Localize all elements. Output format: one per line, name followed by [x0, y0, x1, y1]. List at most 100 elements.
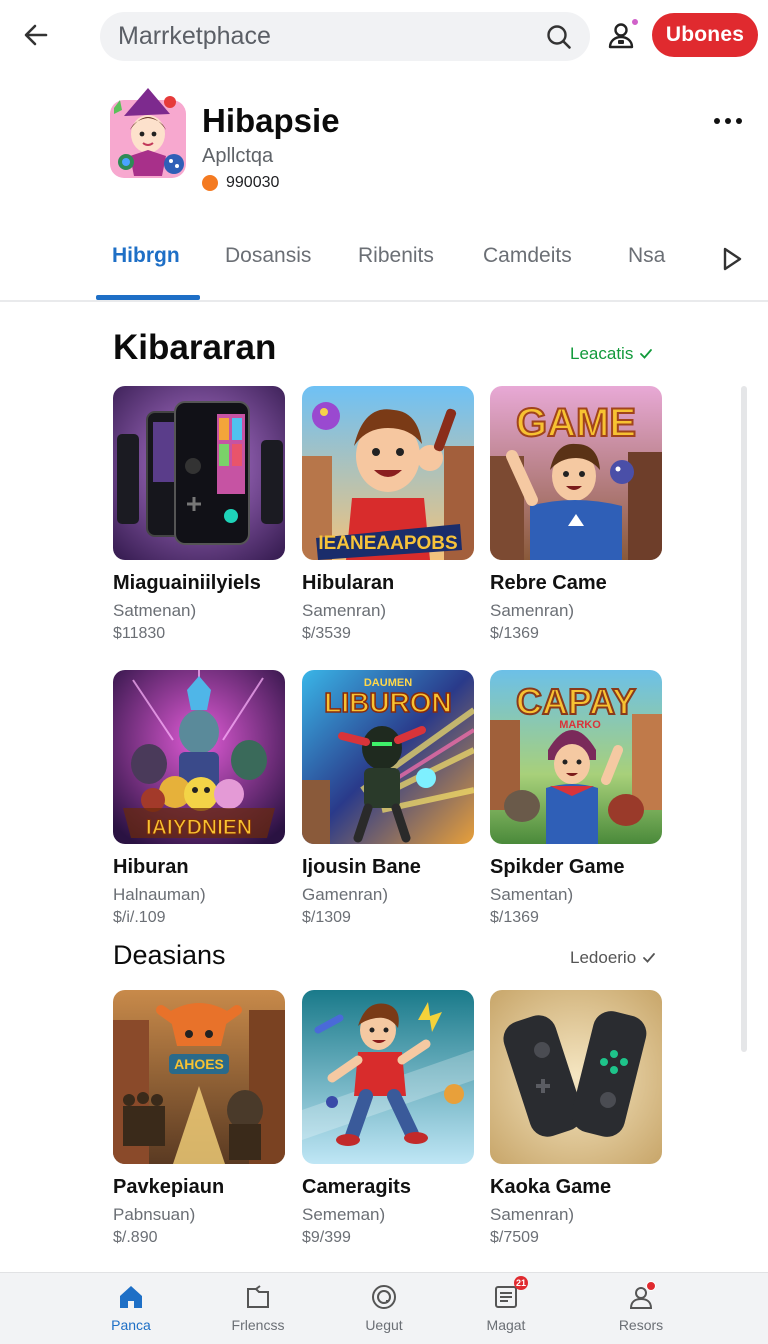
game-title: Rebre Came — [490, 572, 607, 594]
list-icon: 21 — [490, 1276, 528, 1313]
app-name: Hibapsie — [202, 102, 340, 139]
section-title-designs: Deasians — [113, 940, 226, 970]
game-title: Kaoka Game — [490, 1176, 612, 1198]
folder-icon — [242, 1281, 274, 1313]
game-thumbnail[interactable]: IEANEAAPOBS — [302, 386, 474, 560]
game-title: Miaguainiilyiels — [113, 572, 261, 594]
game-card[interactable]: GAME Rebre Came Samenran) $/1369 — [490, 386, 662, 643]
game-subtitle: Pabnsuan) — [113, 1205, 196, 1224]
arrow-left-icon — [24, 24, 48, 46]
check-icon — [640, 349, 653, 359]
game-card[interactable]: Kaoka Game Samenran) $/7509 — [490, 990, 662, 1247]
game-card[interactable]: Miaguainiilyiels Satmenan) $11830 — [113, 386, 285, 643]
game-thumbnail[interactable]: DAUMEN LIBURON — [302, 670, 474, 844]
game-subtitle: Halnauman) — [113, 885, 206, 904]
game-price: $/1309 — [302, 909, 351, 926]
game-price: $/.890 — [113, 1229, 158, 1246]
search-bar[interactable] — [100, 12, 590, 61]
tab-2[interactable]: Ribenits — [358, 244, 434, 268]
game-card[interactable]: CAPAY MARKO Spikder Game Samentan) $/136… — [490, 670, 662, 927]
game-subtitle: Sememan) — [302, 1205, 386, 1224]
check-icon — [643, 953, 656, 963]
notification-badge: 21 — [513, 1276, 528, 1290]
nav-item-home[interactable]: Panca — [76, 1281, 186, 1333]
home-icon — [115, 1281, 147, 1313]
game-thumbnail[interactable]: CAPAY MARKO — [490, 670, 662, 844]
game-card[interactable]: IEANEAAPOBS Hibularan Samenran) $/3539 — [302, 386, 474, 643]
game-title: Hibularan — [302, 572, 395, 594]
play-triangle-icon — [723, 247, 742, 271]
thumb-text: GAME — [516, 401, 636, 445]
game-thumbnail[interactable]: AHOES — [113, 990, 285, 1164]
thumb-text: IEANEAAPOBS — [318, 533, 457, 554]
game-price: $/i/.109 — [113, 909, 166, 926]
game-card[interactable]: DAUMEN LIBURON Ijousin Bane Gamenran) $/… — [302, 670, 474, 927]
game-card[interactable]: AHOES Pavkepiaun Pabnsuan) $/.890 — [113, 990, 285, 1247]
cta-button[interactable]: Ubones — [652, 13, 758, 57]
scrollbar[interactable] — [741, 386, 747, 1052]
tab-4[interactable]: Nsa — [628, 244, 665, 268]
notification-dot — [646, 1281, 656, 1291]
thumb-text: MARKO — [559, 719, 601, 731]
bottom-nav: Panca Frlencss Uegut 21 Magat Resors — [0, 1272, 768, 1344]
search-icon[interactable] — [544, 22, 574, 52]
tab-1[interactable]: Dosansis — [225, 244, 311, 268]
nav-item-messages[interactable]: 21 Magat — [451, 1276, 561, 1333]
thumb-text: LIBURON — [324, 687, 452, 718]
tab-3[interactable]: Camdeits — [483, 244, 572, 268]
section-link-designs[interactable]: Ledoerio — [570, 948, 656, 968]
nav-label: Uegut — [365, 1317, 403, 1333]
game-thumbnail[interactable] — [113, 386, 285, 560]
app-stat-value: 990030 — [226, 174, 280, 191]
game-subtitle: Samenran) — [302, 601, 387, 620]
top-bar: Ubones — [0, 0, 768, 72]
section-link-label: Ledoerio — [570, 948, 637, 967]
game-title: Ijousin Bane — [302, 856, 421, 878]
game-price: $/7509 — [490, 1229, 539, 1246]
game-card[interactable]: Cameragits Sememan) $9/399 — [302, 990, 474, 1247]
nav-item-coins[interactable]: Uegut — [329, 1281, 439, 1333]
app-stat: 990030 — [202, 174, 279, 192]
app-subtitle: Apllctqa — [202, 145, 274, 167]
tab-0[interactable]: Hibrgn — [112, 244, 180, 268]
game-thumbnail[interactable] — [490, 990, 662, 1164]
game-subtitle: Satmenan) — [113, 601, 197, 620]
section-link-label: Leacatis — [570, 344, 634, 363]
tab-bar: Hibrgn Dosansis Ribenits Camdeits Nsa — [0, 222, 768, 302]
game-title: Spikder Game — [490, 856, 625, 878]
thumb-text: IAIYDNIEN — [146, 816, 252, 839]
nav-label: Magat — [486, 1317, 526, 1333]
game-price: $9/399 — [302, 1229, 351, 1246]
nav-item-friends[interactable]: Frlencss — [203, 1281, 313, 1333]
game-subtitle: Gamenran) — [302, 885, 388, 904]
section-title-featured: Kibararan — [113, 328, 277, 367]
tabs-next-button[interactable] — [716, 242, 748, 276]
game-subtitle: Samenran) — [490, 1205, 575, 1224]
game-title: Cameragits — [302, 1176, 411, 1198]
coin-icon — [368, 1281, 400, 1313]
section-link-featured[interactable]: Leacatis — [570, 344, 653, 364]
game-subtitle: Samenran) — [490, 601, 575, 620]
more-options-button[interactable] — [708, 106, 748, 136]
tab-indicator — [96, 295, 200, 300]
game-thumbnail[interactable]: IAIYDNIEN — [113, 670, 285, 844]
account-button[interactable] — [602, 16, 640, 54]
nav-label: Panca — [111, 1317, 151, 1333]
profile-icon — [625, 1281, 657, 1313]
game-title: Hiburan — [113, 856, 189, 878]
game-price: $11830 — [113, 625, 166, 642]
nav-label: Frlencss — [231, 1317, 285, 1333]
thumb-text: CAPAY — [516, 681, 636, 722]
app-header: Hibapsie Apllctqa 990030 — [0, 80, 768, 210]
coin-icon — [202, 175, 218, 191]
thumb-text: AHOES — [174, 1056, 224, 1072]
back-button[interactable] — [18, 17, 54, 53]
search-input[interactable] — [118, 22, 544, 51]
game-thumbnail[interactable]: GAME — [490, 386, 662, 560]
nav-item-profile[interactable]: Resors — [586, 1281, 696, 1333]
app-icon[interactable] — [110, 86, 190, 180]
game-subtitle: Samentan) — [490, 885, 574, 904]
nav-label: Resors — [618, 1317, 664, 1333]
game-card[interactable]: IAIYDNIEN Hiburan Halnauman) $/i/.109 — [113, 670, 285, 927]
game-thumbnail[interactable] — [302, 990, 474, 1164]
